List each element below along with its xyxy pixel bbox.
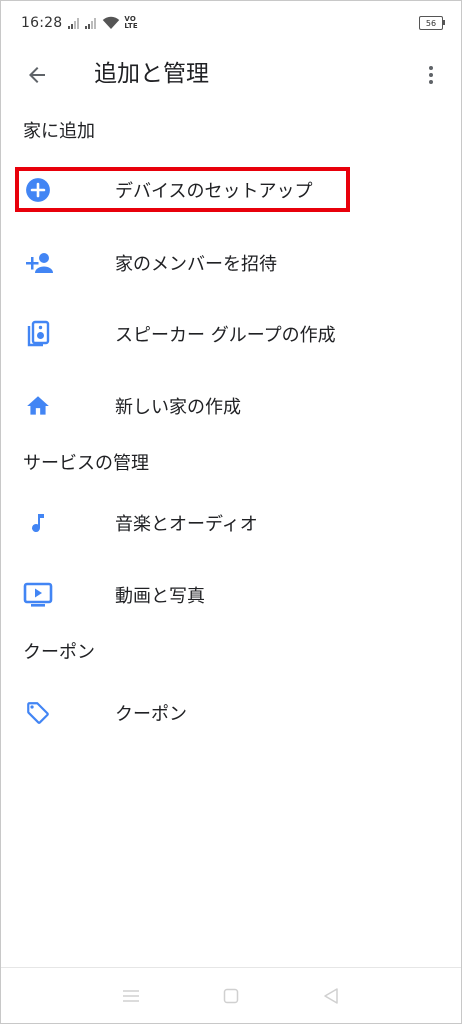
list-item-label: クーポン: [115, 704, 187, 725]
home-icon: [23, 391, 53, 421]
list-item-label: 家のメンバーを招待: [115, 254, 277, 275]
arrow-back-icon: [29, 67, 45, 83]
volte-bottom-text: LTE: [124, 22, 138, 30]
list-item-coupons[interactable]: クーポン: [1, 685, 461, 741]
highlight-frame: [15, 167, 350, 212]
battery-level: 56: [425, 18, 437, 28]
section-header-manage-services: サービスの管理: [23, 453, 149, 474]
status-bar: 16:28 VO LTE 56: [1, 1, 461, 45]
person-add-icon: [23, 248, 53, 278]
back-button[interactable]: [23, 61, 51, 89]
list-item-label: スピーカー グループの作成: [115, 325, 336, 346]
list-item-label: 音楽とオーディオ: [115, 514, 258, 535]
list-item-invite-member[interactable]: 家のメンバーを招待: [1, 235, 461, 291]
back-nav-button[interactable]: [319, 984, 343, 1008]
menu-nav-button[interactable]: [119, 984, 143, 1008]
volte-icon: VO LTE: [124, 16, 137, 30]
battery-icon: 56: [419, 16, 445, 30]
signal-strength-icon: [85, 17, 97, 29]
list-item-new-home[interactable]: 新しい家の作成: [1, 378, 461, 434]
speaker-group-icon: [23, 319, 53, 349]
app-bar: 追加と管理: [1, 45, 461, 105]
wifi-icon: [103, 16, 120, 29]
menu-icon: [123, 989, 139, 1002]
home-nav-button[interactable]: [219, 984, 243, 1008]
music-note-icon: [23, 508, 53, 538]
square-icon: [223, 988, 239, 1003]
status-time: 16:28: [21, 15, 63, 31]
more-vert-icon: [429, 66, 433, 84]
list-item-label: 新しい家の作成: [115, 397, 241, 418]
screen: 16:28 VO LTE 56 追加と管理 家に追加 デバイスのセットアップ 家…: [0, 0, 462, 1024]
page-title: 追加と管理: [94, 61, 209, 87]
tag-icon: [23, 698, 53, 728]
more-options-button[interactable]: [417, 61, 445, 89]
system-nav-bar: [1, 967, 461, 1023]
triangle-back-icon: [324, 987, 338, 1004]
section-header-coupons: クーポン: [23, 642, 95, 663]
signal-strength-icon: [68, 17, 80, 29]
list-item-music-audio[interactable]: 音楽とオーディオ: [1, 495, 461, 551]
list-item-label: 動画と写真: [115, 586, 205, 607]
list-item-video-photos[interactable]: 動画と写真: [1, 567, 461, 623]
section-header-add-to-home: 家に追加: [23, 121, 95, 142]
video-screen-icon: [23, 580, 53, 610]
list-item-speaker-group[interactable]: スピーカー グループの作成: [1, 306, 461, 362]
